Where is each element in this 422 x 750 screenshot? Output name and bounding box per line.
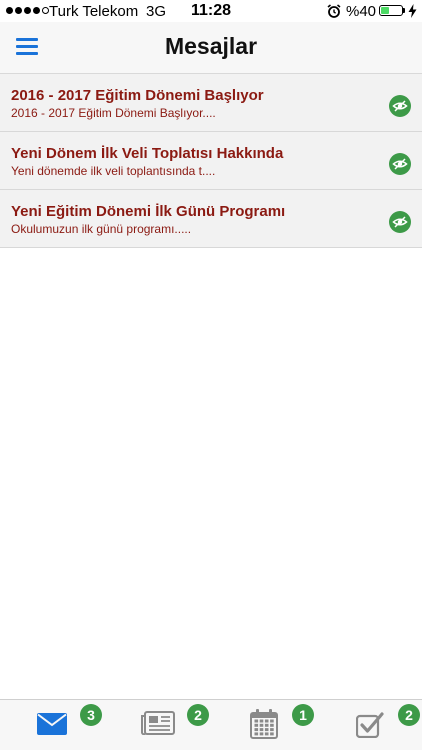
alarm-icon <box>327 4 341 18</box>
unread-count-badge: 2 <box>187 704 209 726</box>
charging-bolt-icon <box>408 4 417 18</box>
message-preview: 2016 - 2017 Eğitim Dönemi Başlıyor.... <box>11 106 216 120</box>
unread-count-badge: 1 <box>292 704 314 726</box>
unread-count-badge: 3 <box>80 704 102 726</box>
battery-level-fill <box>381 7 389 14</box>
tab-calendar[interactable]: 1 <box>211 700 316 750</box>
message-title: Yeni Eğitim Dönemi İlk Günü Programı <box>11 203 286 220</box>
read-eye-icon[interactable] <box>389 211 411 233</box>
read-eye-icon[interactable] <box>389 153 411 175</box>
newspaper-icon <box>141 711 175 740</box>
message-preview: Okulumuzun ilk günü programı..... <box>11 222 192 236</box>
message-title: 2016 - 2017 Eğitim Dönemi Başlıyor <box>11 87 264 104</box>
message-title: Yeni Dönem İlk Veli Toplatısı Hakkında <box>11 145 284 162</box>
status-bar: Turk Telekom 3G 11:28 %40 <box>0 0 422 22</box>
message-item[interactable]: Yeni Eğitim Dönemi İlk Günü Programı Okul… <box>0 190 422 248</box>
envelope-icon <box>37 713 67 740</box>
battery-percentage: %40 <box>346 3 377 20</box>
message-item[interactable]: Yeni Dönem İlk Veli Toplatısı Hakkında Ye… <box>0 132 422 190</box>
read-eye-icon[interactable] <box>389 95 411 117</box>
tab-messages[interactable]: 3 <box>0 700 105 750</box>
navigation-bar: Mesajlar <box>0 22 422 74</box>
checkbox-icon <box>355 712 384 743</box>
calendar-icon <box>250 709 278 744</box>
page-title: Mesajlar <box>164 33 258 59</box>
unread-count-badge: 2 <box>398 704 420 726</box>
battery-tip <box>403 8 405 13</box>
message-preview: Yeni dönemde ilk veli toplantısında t...… <box>11 164 216 178</box>
message-item[interactable]: 2016 - 2017 Eğitim Dönemi Başlıyor 2016 -… <box>0 74 422 132</box>
battery-icon <box>379 5 403 16</box>
tab-news[interactable]: 2 <box>106 700 211 750</box>
message-list: 2016 - 2017 Eğitim Dönemi Başlıyor 2016 -… <box>0 74 422 248</box>
tab-tasks[interactable]: 2 <box>317 700 422 750</box>
tab-bar: 3 2 1 2 <box>0 699 422 750</box>
